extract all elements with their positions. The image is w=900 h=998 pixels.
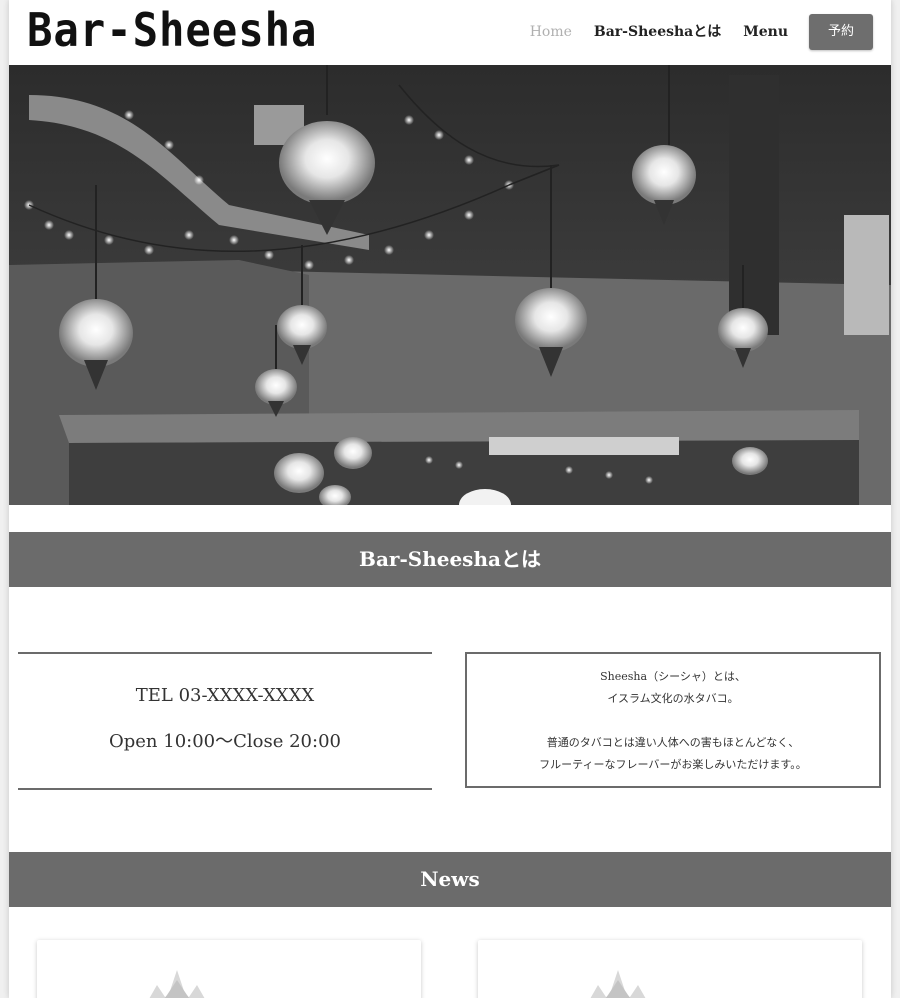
description-line-3: 普通のタバコとは違い人体への害もほとんどなく、 (546, 736, 800, 749)
description-box: Sheesha（シーシャ）とは、 イスラム文化の水タバコ。 普通のタバコとは違い… (465, 652, 881, 788)
contact-box: TEL 03-XXXX-XXXX Open 10:00〜Close 20:00 (18, 652, 432, 790)
lotus-image (149, 970, 205, 998)
page: Bar-Sheesha Home Bar-Sheeshaとは Menu 予約 B… (9, 0, 891, 998)
description-line-4: フルーティーなフレーバーがお楽しみいただけます。。 (539, 758, 807, 771)
main-nav: Home Bar-Sheeshaとは Menu 予約 (519, 14, 873, 50)
description-line-1: Sheesha（シーシャ）とは、 (600, 670, 746, 683)
hero-image (9, 65, 891, 505)
news-section-title: News (420, 867, 480, 891)
nav-home-link[interactable]: Home (519, 14, 583, 50)
nav-menu-link[interactable]: Menu (732, 14, 799, 50)
reserve-button[interactable]: 予約 (809, 14, 873, 50)
lantern-photo (9, 65, 891, 505)
about-section-title: Bar-Sheeshaとは (359, 547, 541, 571)
news-card[interactable] (478, 940, 862, 998)
site-logo[interactable]: Bar-Sheesha (27, 2, 317, 58)
lotus-image (590, 970, 646, 998)
opening-hours: Open 10:00〜Close 20:00 (109, 731, 341, 752)
nav-about-link[interactable]: Bar-Sheeshaとは (583, 14, 732, 50)
about-section-header: Bar-Sheeshaとは (9, 532, 891, 587)
news-card[interactable] (37, 940, 421, 998)
phone-number: TEL 03-XXXX-XXXX (135, 685, 315, 706)
news-section-header: News (9, 852, 891, 907)
site-header: Bar-Sheesha Home Bar-Sheeshaとは Menu 予約 (9, 0, 891, 65)
description-line-2: イスラム文化の水タバコ。 (607, 692, 739, 705)
